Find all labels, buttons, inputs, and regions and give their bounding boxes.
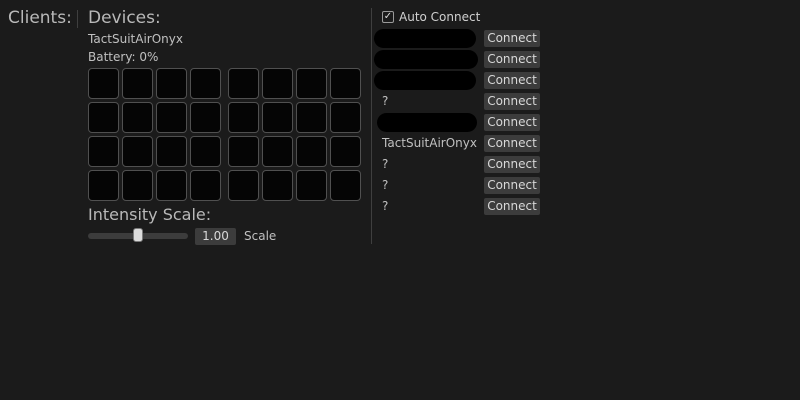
motor-cell-back-1[interactable] — [262, 68, 293, 99]
motor-cell-front-4[interactable] — [88, 102, 119, 133]
device-list-name: ? — [382, 157, 389, 171]
intensity-scale-input[interactable]: 1.00 — [195, 228, 236, 245]
redacted-device-name — [374, 71, 476, 90]
device-list-name: TactSuitAirOnyx — [382, 136, 477, 150]
redacted-device-name — [377, 113, 477, 132]
motor-cell-front-12[interactable] — [88, 170, 119, 201]
connect-button[interactable]: Connect — [484, 156, 540, 173]
device-list: Connect Connect Connect? Connect Connect Tact… — [372, 28, 552, 217]
motor-cell-back-7[interactable] — [330, 102, 361, 133]
connect-button[interactable]: Connect — [484, 135, 540, 152]
device-list-row: Connect — [372, 49, 552, 70]
motor-cell-front-14[interactable] — [156, 170, 187, 201]
motor-cell-front-13[interactable] — [122, 170, 153, 201]
device-list-row: ? Connect — [372, 196, 552, 217]
motor-cell-back-0[interactable] — [228, 68, 259, 99]
intensity-scale-label: Scale — [244, 229, 277, 243]
motor-cell-front-2[interactable] — [156, 68, 187, 99]
connect-button[interactable]: Connect — [484, 114, 540, 131]
device-list-row: Connect — [372, 70, 552, 91]
device-list-name: ? — [382, 94, 389, 108]
battery-status: Battery: 0% — [88, 50, 159, 64]
auto-connect-checkbox[interactable]: ✓ — [382, 11, 394, 23]
device-name: TactSuitAirOnyx — [88, 32, 183, 46]
clients-title: Clients: — [8, 8, 72, 28]
motor-cell-back-15[interactable] — [330, 170, 361, 201]
motor-cell-front-10[interactable] — [156, 136, 187, 167]
motor-cell-front-3[interactable] — [190, 68, 221, 99]
auto-connect-toggle[interactable]: ✓ Auto Connect — [382, 10, 480, 24]
motor-cell-back-3[interactable] — [330, 68, 361, 99]
devices-title: Devices: — [88, 8, 161, 28]
motor-cell-front-1[interactable] — [122, 68, 153, 99]
device-list-row: TactSuitAirOnyx Connect — [372, 133, 552, 154]
connect-button[interactable]: Connect — [484, 30, 540, 47]
connect-button[interactable]: Connect — [484, 177, 540, 194]
connect-button[interactable]: Connect — [484, 198, 540, 215]
motor-cell-back-9[interactable] — [262, 136, 293, 167]
motor-cell-front-7[interactable] — [190, 102, 221, 133]
motor-cell-front-0[interactable] — [88, 68, 119, 99]
device-list-name: ? — [382, 199, 389, 213]
device-list-row: ? Connect — [372, 154, 552, 175]
motor-cell-back-11[interactable] — [330, 136, 361, 167]
motor-cell-front-6[interactable] — [156, 102, 187, 133]
intensity-slider-handle[interactable] — [133, 228, 143, 242]
device-list-name: ? — [382, 178, 389, 192]
device-list-row: ? Connect — [372, 175, 552, 196]
motor-cell-front-9[interactable] — [122, 136, 153, 167]
motor-cell-front-11[interactable] — [190, 136, 221, 167]
connect-button[interactable]: Connect — [484, 93, 540, 110]
motor-cell-front-15[interactable] — [190, 170, 221, 201]
motor-cell-back-12[interactable] — [228, 170, 259, 201]
motor-cell-back-13[interactable] — [262, 170, 293, 201]
connect-button[interactable]: Connect — [484, 51, 540, 68]
intensity-scale-title: Intensity Scale: — [88, 205, 212, 224]
device-list-row: ? Connect — [372, 91, 552, 112]
motor-grid-back — [228, 68, 361, 201]
motor-cell-back-2[interactable] — [296, 68, 327, 99]
clients-separator — [77, 10, 78, 28]
redacted-device-name — [374, 50, 478, 69]
motor-cell-front-8[interactable] — [88, 136, 119, 167]
app-root: Clients: Devices: TactSuitAirOnyx Batter… — [0, 0, 800, 400]
redacted-device-name — [374, 29, 476, 48]
motor-grid-front — [88, 68, 221, 201]
motor-cell-back-6[interactable] — [296, 102, 327, 133]
auto-connect-label: Auto Connect — [399, 10, 481, 24]
motor-cell-back-14[interactable] — [296, 170, 327, 201]
connect-button[interactable]: Connect — [484, 72, 540, 89]
motor-cell-back-5[interactable] — [262, 102, 293, 133]
motor-cell-front-5[interactable] — [122, 102, 153, 133]
motor-cell-back-10[interactable] — [296, 136, 327, 167]
device-list-row: Connect — [372, 28, 552, 49]
device-list-row: Connect — [372, 112, 552, 133]
motor-cell-back-4[interactable] — [228, 102, 259, 133]
motor-cell-back-8[interactable] — [228, 136, 259, 167]
